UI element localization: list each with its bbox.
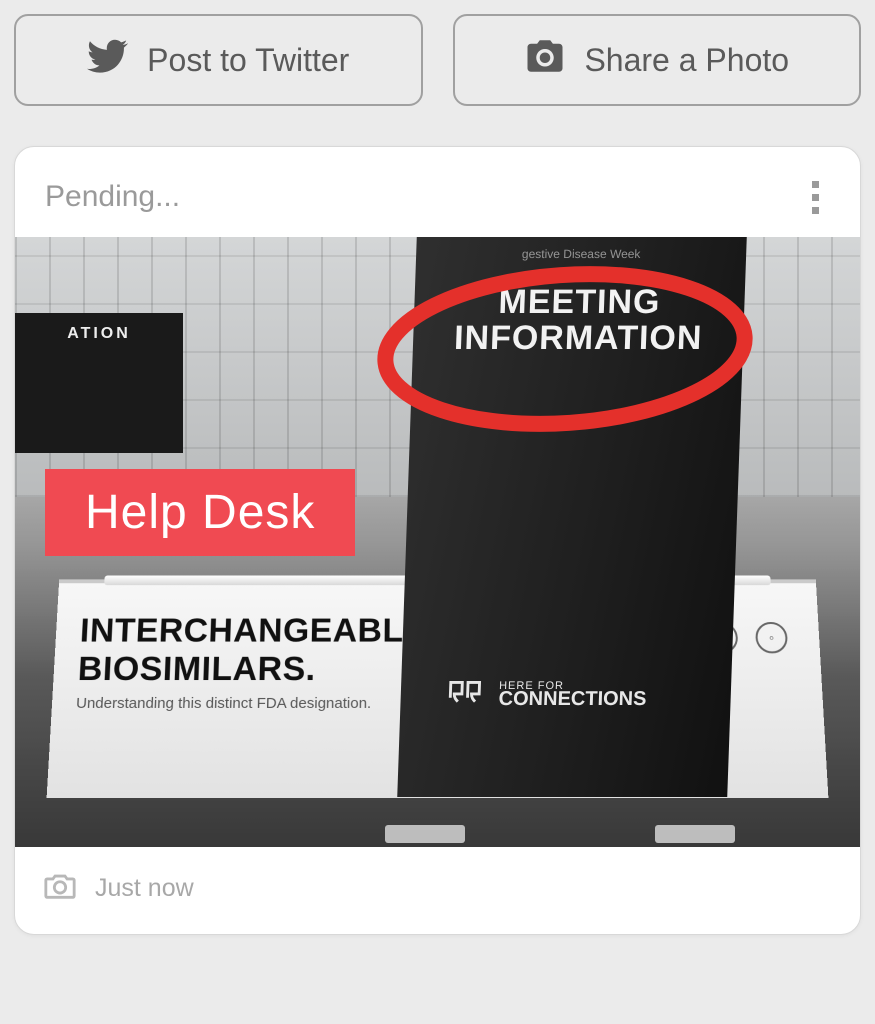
post-card: Pending... COL ATION INTERCHANGEABLE BIO… — [14, 146, 861, 935]
post-photo: COL ATION INTERCHANGEABLE BIOSIMILARS. U… — [15, 237, 860, 847]
card-header: Pending... — [15, 147, 860, 237]
pillar-small-text: gestive Disease Week — [416, 247, 746, 261]
photo-button-label: Share a Photo — [584, 42, 789, 79]
twitter-icon — [87, 35, 129, 85]
post-to-twitter-button[interactable]: Post to Twitter — [14, 14, 423, 106]
photo-left-banner: ATION — [15, 313, 183, 453]
stand-foot — [655, 825, 735, 843]
counter-line2: BIOSIMILARS. — [77, 650, 427, 689]
post-status: Pending... — [45, 180, 180, 214]
camera-icon — [524, 35, 566, 85]
pillar-heading: MEETING INFORMATION — [423, 285, 735, 356]
card-footer: Just now — [15, 847, 860, 934]
stand-foot — [385, 825, 465, 843]
camera-outline-icon — [43, 871, 77, 906]
connections-big: CONNECTIONS — [498, 688, 647, 710]
annotation-label: Help Desk — [45, 469, 355, 556]
pillar-line1: MEETING — [424, 285, 735, 321]
more-options-button[interactable] — [800, 177, 830, 217]
counter-text: INTERCHANGEABLE BIOSIMILARS. Understandi… — [76, 612, 427, 712]
counter-line1: INTERCHANGEABLE — [79, 612, 427, 650]
pillar-connections: HERE FOR CONNECTIONS — [440, 669, 712, 721]
quote-icon — [440, 669, 488, 721]
post-timestamp: Just now — [95, 874, 194, 903]
share-photo-button[interactable]: Share a Photo — [453, 14, 862, 106]
photo-pillar: gestive Disease Week MEETING INFORMATION… — [397, 237, 747, 797]
twitter-button-label: Post to Twitter — [147, 42, 349, 79]
counter-sub: Understanding this distinct FDA designat… — [76, 695, 427, 712]
pillar-line2: INFORMATION — [423, 321, 734, 357]
